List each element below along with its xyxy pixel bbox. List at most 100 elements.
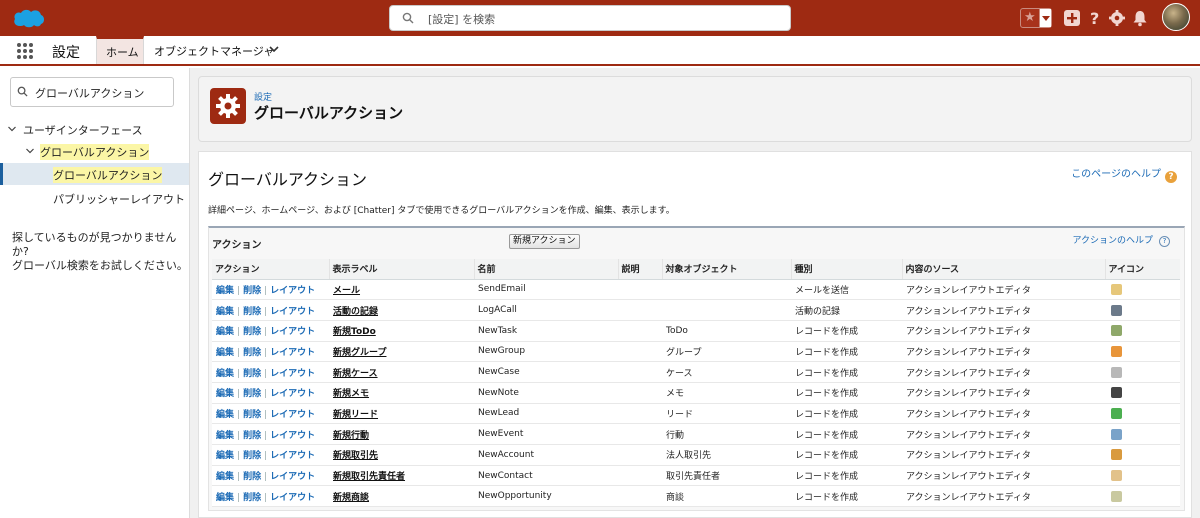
action-label-link[interactable]: 活動の記録 [333,307,378,317]
separator: | [264,430,268,441]
layout-link[interactable]: レイアウト [270,348,315,358]
tree-item-publisher-layout[interactable]: パブリッシャーレイアウト [53,191,185,207]
setup-sidebar: グローバルアクション ユーザインターフェース グローバルアクション グローバルア… [0,68,190,518]
column-header[interactable]: 内容のソース [901,259,1105,280]
action-label-link[interactable]: 新規取引先 [333,451,378,461]
layout-link[interactable]: レイアウト [270,451,315,461]
action-label-link[interactable]: メール [333,286,360,296]
new-action-button[interactable]: 新規アクション [509,234,580,249]
icon-cell [1105,423,1180,445]
column-header[interactable]: 名前 [473,259,618,280]
lead-icon [1111,407,1122,419]
layout-link[interactable]: レイアウト [270,493,315,503]
column-header: アクション [212,259,329,280]
chevron-down-icon[interactable] [7,124,17,134]
page-title: グローバルアクション [254,104,404,122]
case-icon [1111,366,1122,378]
layout-link[interactable]: レイアウト [270,472,315,482]
tab-object-manager[interactable]: オブジェクトマネージャ [154,43,274,59]
edit-link[interactable]: 編集 [216,348,234,358]
chevron-down-icon[interactable] [25,146,35,156]
type-cell: レコードを作成 [791,423,902,445]
action-label-link[interactable]: 新規グループ [333,348,386,358]
tree-item-global-actions[interactable]: グローバルアクション [53,167,163,183]
name-cell: NewOpportunity [474,485,618,508]
label-cell: 新規グループ [329,341,474,363]
edit-link[interactable]: 編集 [216,307,234,317]
delete-link[interactable]: 削除 [243,389,261,399]
edit-link[interactable]: 編集 [216,472,234,482]
row-actions-cell: 編集 | 削除 | レイアウト [212,279,329,301]
delete-link[interactable]: 削除 [243,369,261,379]
layout-link[interactable]: レイアウト [270,286,315,296]
tab-home[interactable]: ホーム [96,36,144,64]
separator: | [264,409,268,420]
setup-gear-icon[interactable] [1108,9,1126,27]
description-cell [618,485,662,508]
action-label-link[interactable]: 新規リード [333,410,378,420]
delete-link[interactable]: 削除 [243,410,261,420]
salesforce-logo[interactable] [12,6,46,30]
favorites-dropdown-icon[interactable] [1039,9,1051,27]
notifications-bell-icon[interactable] [1131,9,1149,27]
action-label-link[interactable]: 新規取引先責任者 [333,472,405,482]
email-icon [1111,283,1122,295]
edit-link[interactable]: 編集 [216,451,234,461]
column-header[interactable]: 種別 [790,259,902,280]
edit-link[interactable]: 編集 [216,369,234,379]
contact-icon [1111,470,1122,482]
app-launcher-icon[interactable] [17,43,33,59]
table-row: 編集 | 削除 | レイアウト 新規ケース NewCase ケース レコードを作成 アクションレイ… [212,361,1180,383]
add-icon[interactable] [1063,9,1081,27]
action-label-link[interactable]: 新規商談 [333,493,369,503]
edit-link[interactable]: 編集 [216,493,234,503]
column-header[interactable]: 対象オブジェクト [661,259,791,280]
page-help-link[interactable]: このページのヘルプ? [1071,165,1177,183]
separator: | [237,327,241,338]
edit-link[interactable]: 編集 [216,410,234,420]
action-label-link[interactable]: 新規行動 [333,431,369,441]
action-label-link[interactable]: 新規ToDo [333,327,376,337]
tree-node-user-interface[interactable]: ユーザインターフェース [23,122,143,138]
name-cell: SendEmail [474,279,618,301]
column-header[interactable]: 説明 [617,259,662,280]
edit-link[interactable]: 編集 [216,389,234,399]
task-icon [1111,325,1122,337]
column-header[interactable]: 表示ラベル [328,259,474,280]
type-cell: レコードを作成 [791,403,902,425]
delete-link[interactable]: 削除 [243,431,261,441]
global-search-box[interactable]: [設定] を検索 [389,5,791,31]
edit-link[interactable]: 編集 [216,431,234,441]
not-found-line1: 探しているものが見つかりませんか? [12,231,177,258]
edit-link[interactable]: 編集 [216,327,234,337]
delete-link[interactable]: 削除 [243,451,261,461]
separator: | [237,389,241,400]
layout-link[interactable]: レイアウト [270,327,315,337]
separator: | [264,306,268,317]
delete-link[interactable]: 削除 [243,286,261,296]
delete-link[interactable]: 削除 [243,472,261,482]
favorites-button[interactable]: ★ [1020,8,1052,28]
icon-cell [1105,320,1180,342]
table-row: 編集 | 削除 | レイアウト メール SendEmail メールを送信 アクションレイアウトエ… [212,279,1180,301]
delete-link[interactable]: 削除 [243,307,261,317]
layout-link[interactable]: レイアウト [270,389,315,399]
delete-link[interactable]: 削除 [243,493,261,503]
quick-find-input[interactable]: グローバルアクション [10,77,174,107]
target-object-cell: メモ [662,382,791,404]
layout-link[interactable]: レイアウト [270,369,315,379]
row-actions-cell: 編集 | 削除 | レイアウト [212,341,329,363]
delete-link[interactable]: 削除 [243,348,261,358]
tree-node-global-actions[interactable]: グローバルアクション [40,144,150,160]
delete-link[interactable]: 削除 [243,327,261,337]
help-icon[interactable]: ? [1086,9,1104,27]
action-help-link[interactable]: アクションのヘルプ? [1072,233,1170,247]
edit-link[interactable]: 編集 [216,286,234,296]
layout-link[interactable]: レイアウト [270,431,315,441]
chevron-down-icon[interactable] [268,43,280,55]
action-label-link[interactable]: 新規メモ [333,389,369,399]
layout-link[interactable]: レイアウト [270,307,315,317]
layout-link[interactable]: レイアウト [270,410,315,420]
user-avatar[interactable] [1162,3,1190,31]
action-label-link[interactable]: 新規ケース [333,369,378,379]
